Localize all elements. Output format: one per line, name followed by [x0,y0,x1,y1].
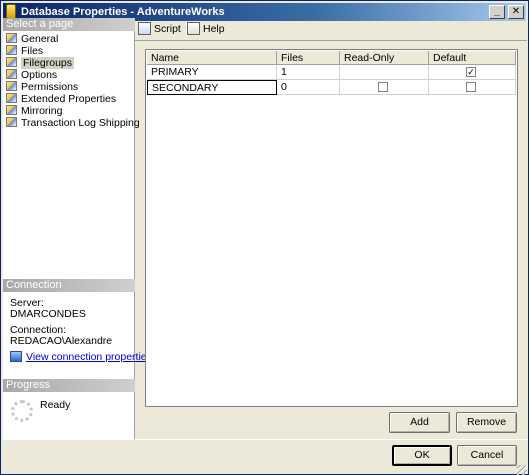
database-properties-dialog: Database Properties - AdventureWorks _ ✕… [0,0,529,475]
page-item-transaction-log-shipping[interactable]: Transaction Log Shipping [6,117,140,129]
cell-read-only [340,80,429,95]
page-icon [6,69,17,79]
left-pane: Select a page General Files Filegroups O… [3,18,152,440]
progress-header: Progress [3,379,135,392]
page-item-filegroups[interactable]: Filegroups [6,57,131,69]
page-item-options[interactable]: Options [6,69,131,81]
page-icon [6,57,17,67]
column-header-files[interactable]: Files [277,51,340,65]
default-checkbox-secondary[interactable] [466,82,476,92]
page-item-files[interactable]: Files [6,45,131,57]
table-row[interactable]: PRIMARY 1 ✓ [147,65,516,80]
ok-button[interactable]: OK [392,445,452,466]
progress-status: Ready [40,399,71,411]
help-icon [187,22,200,35]
database-icon [6,4,16,19]
connection-properties-icon [10,351,22,362]
page-item-permissions[interactable]: Permissions [6,81,131,93]
column-header-name[interactable]: Name [147,51,277,65]
cell-default [429,80,516,95]
read-only-checkbox-secondary[interactable] [378,82,388,92]
page-icon [6,33,17,43]
cell-files: 0 [277,80,340,95]
cell-name[interactable]: SECONDARY [147,80,277,95]
bottom-divider [3,439,527,440]
page-icon [6,105,17,115]
default-checkbox-primary[interactable]: ✓ [466,67,476,77]
toolbar: Script▼ Help [135,18,527,40]
page-icon [6,117,17,127]
column-header-read-only[interactable]: Read-Only [340,51,429,65]
remove-button[interactable]: Remove [456,412,517,433]
connection-header: Connection [3,279,135,292]
cell-files: 1 [277,65,340,80]
script-icon [138,22,151,35]
help-button[interactable]: Help [187,22,225,35]
cancel-button[interactable]: Cancel [457,445,517,466]
page-item-extended-properties[interactable]: Extended Properties [6,93,131,105]
minimize-button[interactable]: _ [489,5,505,19]
table-row[interactable]: SECONDARY 0 [147,80,516,95]
connection-value: REDACAO\Alexandre [10,335,113,347]
progress-spinner-icon [11,400,33,422]
toolbar-divider [135,40,527,41]
page-icon [6,45,17,55]
add-button[interactable]: Add [389,412,450,433]
close-button[interactable]: ✕ [508,5,524,19]
page-item-mirroring[interactable]: Mirroring [6,105,131,117]
resize-grip[interactable] [517,465,527,475]
column-header-default[interactable]: Default [429,51,516,65]
page-icon [6,93,17,103]
filegroups-grid[interactable]: Name Files Read-Only Default PRIMARY 1 ✓… [145,49,518,407]
select-page-header: Select a page [3,18,135,31]
page-item-general[interactable]: General [6,33,131,45]
server-value: DMARCONDES [10,308,86,320]
cell-read-only [340,65,429,80]
page-icon [6,81,17,91]
window-title: Database Properties - AdventureWorks [21,6,225,18]
script-button[interactable]: Script▼ [138,22,192,35]
cell-name[interactable]: PRIMARY [147,65,277,80]
view-connection-properties-link[interactable]: View connection properties [10,351,152,363]
cell-default: ✓ [429,65,516,80]
